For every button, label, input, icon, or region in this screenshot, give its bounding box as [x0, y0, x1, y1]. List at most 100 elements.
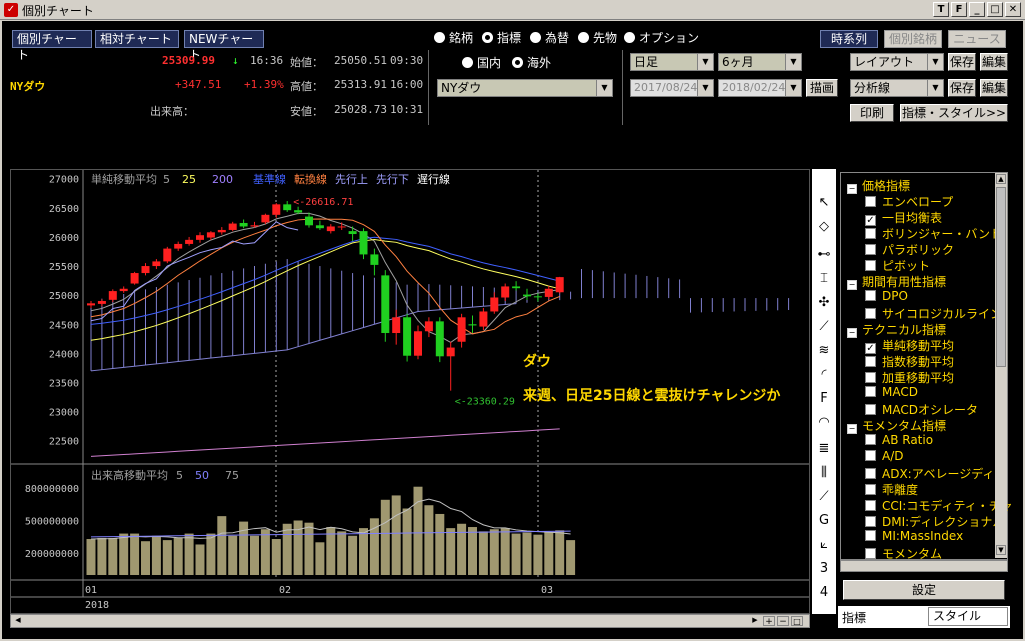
checkbox[interactable]	[865, 196, 876, 207]
tree-item[interactable]: サイコロジカルライン	[865, 305, 1002, 322]
radio-options[interactable]: オプション	[624, 29, 699, 46]
three-point-icon[interactable]: 3	[814, 559, 834, 579]
checkbox[interactable]	[865, 228, 876, 239]
scroll-right-icon[interactable]: ▶	[749, 616, 761, 626]
checkbox[interactable]	[865, 404, 876, 415]
collapse-icon[interactable]: −	[847, 184, 857, 194]
checkbox[interactable]	[865, 434, 876, 445]
vertical-line-icon[interactable]: ⌶	[814, 269, 834, 289]
from-date-picker[interactable]: 2017/08/24 ▼	[630, 79, 714, 97]
radio-domestic[interactable]: 国内	[462, 54, 501, 71]
scroll-down-icon[interactable]: ▼	[996, 545, 1006, 555]
tree-item[interactable]: 乖離度	[865, 481, 918, 498]
collapse-icon[interactable]: −	[847, 424, 857, 434]
trendline-icon[interactable]: ⟋	[814, 317, 834, 337]
arc-icon[interactable]: ◜	[814, 365, 834, 385]
fan-icon[interactable]: ≋	[814, 341, 834, 361]
tree-item[interactable]: MACDオシレータ	[865, 401, 978, 418]
layout-edit-button[interactable]: 編集	[980, 53, 1008, 71]
range-select[interactable]: 6ヶ月 ▼	[718, 53, 802, 71]
minimize-button[interactable]: _	[969, 2, 985, 17]
draw-button[interactable]: 描画	[806, 79, 838, 97]
checkbox[interactable]	[865, 548, 876, 559]
cycle-icon[interactable]: ◠	[814, 413, 834, 433]
horizontal-line-icon[interactable]: ⊷	[814, 245, 834, 265]
relative-chart-tab[interactable]: 相対チャート	[95, 30, 179, 48]
fibonacci-icon[interactable]: F	[814, 389, 834, 409]
eraser-icon[interactable]: ◇	[814, 217, 834, 237]
tree-item[interactable]: ADX:アベレージディレ	[865, 465, 1006, 482]
stock-info-button[interactable]: 個別銘柄	[884, 30, 942, 48]
analysis-edit-button[interactable]: 編集	[980, 79, 1008, 97]
f-button[interactable]: F	[951, 2, 967, 17]
tree-item[interactable]: ✓ 単純移動平均	[865, 337, 954, 354]
checkbox[interactable]	[865, 308, 876, 319]
tree-category[interactable]: − テクニカル指標	[847, 321, 946, 338]
tree-item[interactable]: MACD	[865, 385, 918, 399]
tree-item[interactable]: ✓ 一目均衡表	[865, 209, 942, 226]
tree-item[interactable]: DMI:ディレクショナル	[865, 513, 1004, 530]
analysis-save-button[interactable]: 保存	[948, 79, 976, 97]
tree-item[interactable]: ピボット	[865, 257, 930, 274]
close-button[interactable]: ✕	[1005, 2, 1021, 17]
tree-item[interactable]: DPO	[865, 289, 908, 303]
tree-item[interactable]: エンベロープ	[865, 193, 953, 210]
checkbox[interactable]	[865, 484, 876, 495]
gann-icon[interactable]: G	[814, 511, 834, 531]
radio-overseas[interactable]: 海外	[512, 54, 551, 71]
tree-scrollbar[interactable]: ▲ ▼	[995, 173, 1007, 558]
tree-item[interactable]: 加重移動平均	[865, 369, 954, 386]
bar-type-select[interactable]: 日足 ▼	[630, 53, 714, 71]
chart-hscrollbar[interactable]: ◀ ▶ + − □	[10, 614, 810, 628]
checkbox[interactable]	[865, 530, 876, 541]
indicator-style-button[interactable]: 指標・スタイル>>	[900, 104, 1008, 122]
tree-item[interactable]: A/D	[865, 449, 904, 463]
channel-icon[interactable]: ≣	[814, 439, 834, 459]
checkbox[interactable]	[865, 372, 876, 383]
fit-icon[interactable]: □	[791, 616, 803, 626]
checkbox[interactable]	[865, 386, 876, 397]
collapse-icon[interactable]: −	[847, 280, 857, 290]
new-chart-tab[interactable]: NEWチャート	[184, 30, 264, 62]
tree-category[interactable]: − モメンタム指標	[847, 417, 946, 434]
indicator-tree[interactable]: − 価格指標 エンベロープ ✓ 一目均衡表 ボリンジャー・バンド パラボリック ピボット − 期間…	[840, 172, 1013, 561]
tab-style[interactable]: スタイル	[928, 607, 1008, 626]
regression-icon[interactable]: ⟋	[814, 487, 834, 507]
layout-select[interactable]: レイアウト ▼	[850, 53, 944, 71]
checkbox[interactable]	[865, 450, 876, 461]
to-date-picker[interactable]: 2018/02/24 ▼	[718, 79, 802, 97]
checkbox[interactable]	[865, 356, 876, 367]
layout-save-button[interactable]: 保存	[948, 53, 976, 71]
checkbox[interactable]	[865, 468, 876, 479]
tree-item[interactable]: AB Ratio	[865, 433, 933, 447]
maximize-button[interactable]: □	[987, 2, 1003, 17]
settings-button[interactable]: 設定	[843, 580, 1005, 600]
scroll-thumb[interactable]	[996, 187, 1006, 367]
tree-item[interactable]: パラボリック	[865, 241, 954, 258]
tree-category[interactable]: − 期間有用性指標	[847, 273, 946, 290]
scroll-left-icon[interactable]: ◀	[12, 616, 24, 626]
checkbox[interactable]	[865, 244, 876, 255]
tree-category[interactable]: − 価格指標	[847, 177, 910, 194]
tab-indicator[interactable]: 指標	[842, 609, 866, 626]
print-button[interactable]: 印刷	[850, 104, 894, 122]
tree-item[interactable]: ボリンジャー・バンド	[865, 225, 1002, 242]
zoom-in-icon[interactable]: +	[763, 616, 775, 627]
tree-item[interactable]: 指数移動平均	[865, 353, 954, 370]
collapse-icon[interactable]: −	[847, 328, 857, 338]
tree-hscrollbar[interactable]	[840, 560, 1008, 572]
price-chart[interactable]: 27000 26500 26000 25500 25000 24500 24000 23500…	[11, 170, 809, 613]
radio-fx[interactable]: 為替	[530, 29, 569, 46]
zoom-out-icon[interactable]: −	[777, 616, 789, 627]
tree-item[interactable]: CCI:コモディティ・チャ	[865, 497, 1013, 514]
tree-item[interactable]: MI:MassIndex	[865, 529, 963, 543]
angle-line-icon[interactable]: ⟀	[814, 535, 834, 555]
four-point-icon[interactable]: 4	[814, 583, 834, 603]
radio-futures[interactable]: 先物	[578, 29, 617, 46]
radio-index[interactable]: 指標	[482, 29, 521, 46]
single-chart-tab[interactable]: 個別チャート	[12, 30, 92, 62]
checkbox[interactable]	[865, 500, 876, 511]
t-button[interactable]: T	[933, 2, 949, 17]
chart-area[interactable]: 27000 26500 26000 25500 25000 24500 24000 23500…	[10, 169, 810, 614]
scroll-up-icon[interactable]: ▲	[996, 174, 1006, 184]
